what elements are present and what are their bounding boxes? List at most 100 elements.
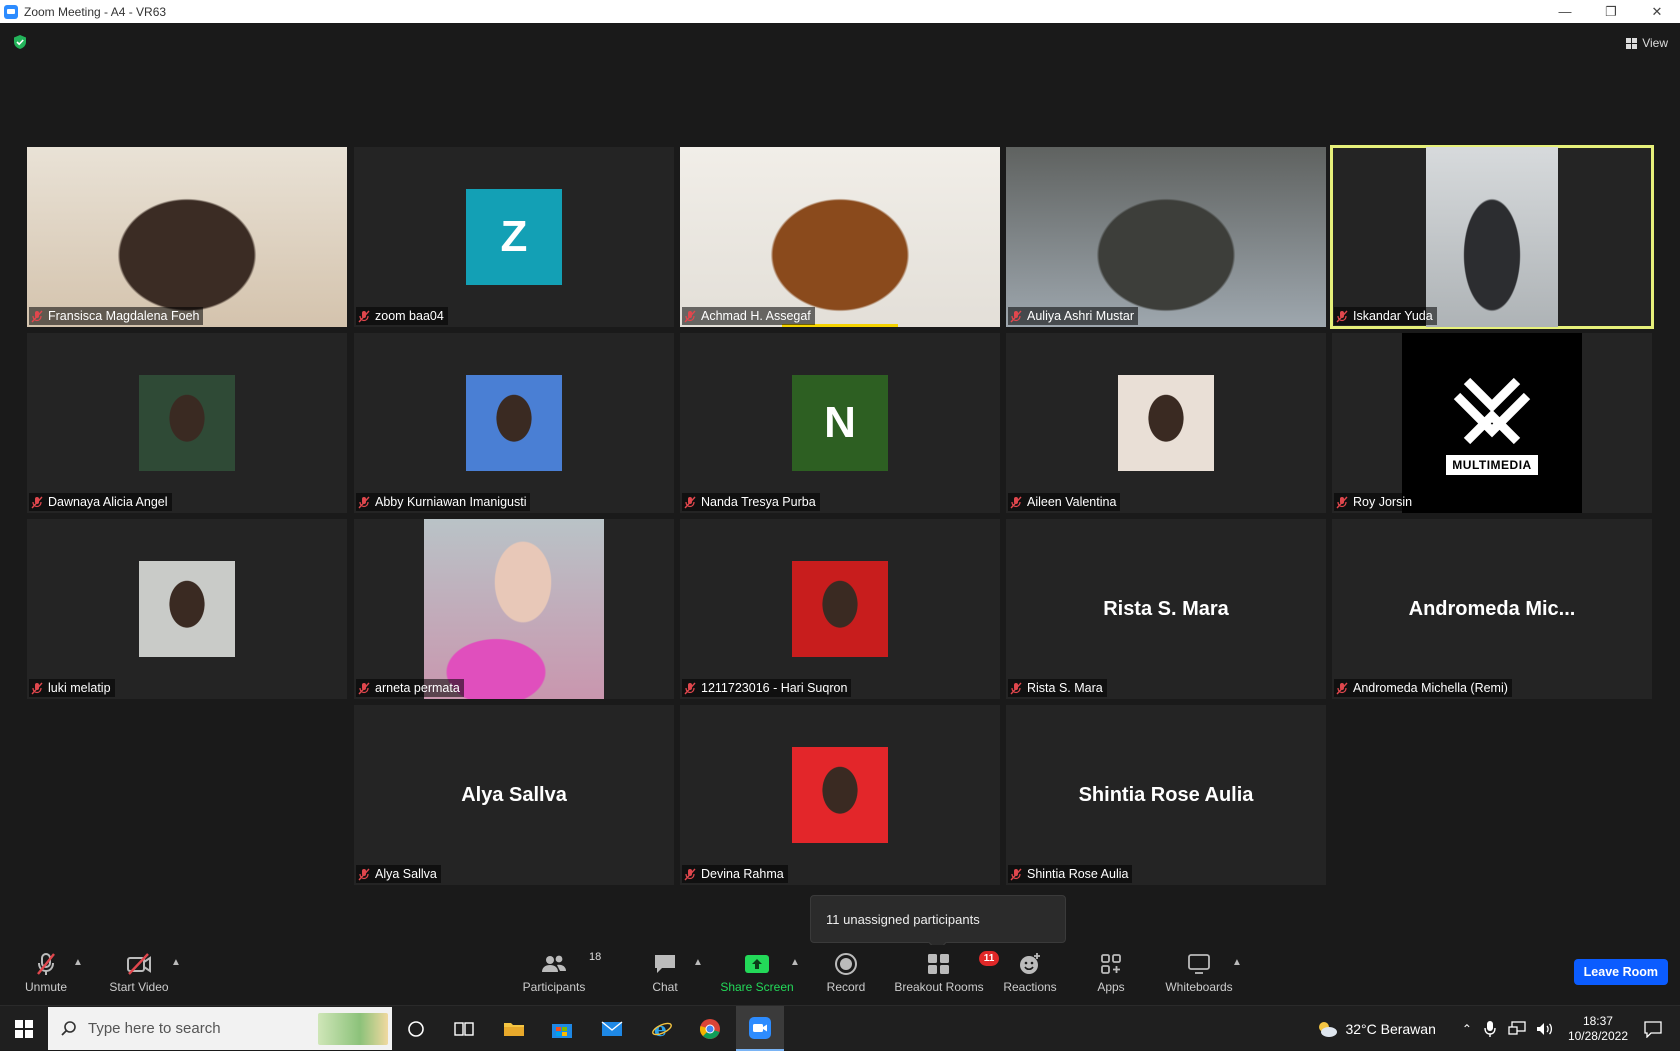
share-screen-label: Share Screen xyxy=(720,980,794,994)
window-titlebar: Zoom Meeting - A4 - VR63 — ❐ ✕ xyxy=(0,0,1680,23)
participant-name: arneta permata xyxy=(375,681,460,695)
participant-tile[interactable]: 1211723016 - Hari Suqron xyxy=(680,519,1000,699)
zoom-taskbar-button[interactable] xyxy=(736,1006,784,1051)
muted-mic-icon xyxy=(1336,310,1348,322)
chat-options-caret-icon[interactable]: ▲ xyxy=(693,957,703,968)
participant-tile[interactable]: N Nanda Tresya Purba xyxy=(680,333,1000,513)
microphone-tray-icon[interactable] xyxy=(1484,1020,1496,1038)
whiteboards-options-caret-icon[interactable]: ▲ xyxy=(1232,957,1242,968)
participant-tile[interactable]: MULTIMEDIA Roy Jorsin xyxy=(1332,333,1652,513)
grid-view-icon xyxy=(1626,37,1638,49)
video-options-caret-icon[interactable]: ▲ xyxy=(171,957,181,968)
participant-name-label: zoom baa04 xyxy=(356,307,448,325)
participant-tile[interactable]: Iskandar Yuda xyxy=(1330,145,1654,329)
participant-tile[interactable]: Achmad H. Assegaf xyxy=(680,147,1000,327)
restore-button[interactable]: ❐ xyxy=(1588,0,1634,23)
muted-mic-icon xyxy=(31,310,43,322)
mail-button[interactable] xyxy=(588,1006,636,1051)
mail-envelope-icon xyxy=(601,1020,623,1036)
volume-icon[interactable] xyxy=(1536,1021,1554,1037)
audio-options-caret-icon[interactable]: ▲ xyxy=(73,957,83,968)
task-view-icon xyxy=(454,1021,474,1036)
breakout-rooms-button[interactable]: 11 Breakout Rooms xyxy=(894,951,999,1001)
muted-microphone-icon xyxy=(37,953,55,975)
zoom-camera-icon xyxy=(749,1016,771,1039)
participant-tile[interactable]: Alya Sallva Alya Sallva xyxy=(354,705,674,885)
network-icon[interactable] xyxy=(1508,1020,1526,1037)
participant-profile-photo xyxy=(424,519,604,699)
participant-tile[interactable]: Fransisca Magdalena Foeh xyxy=(27,147,347,327)
task-view-button[interactable] xyxy=(440,1006,488,1051)
participant-tile[interactable]: Auliya Ashri Mustar xyxy=(1006,147,1326,327)
close-button[interactable]: ✕ xyxy=(1634,0,1680,23)
cortana-button[interactable] xyxy=(392,1006,440,1051)
participant-tile[interactable]: Zzoom baa04 xyxy=(354,147,674,327)
participants-button[interactable]: 18 Participants xyxy=(522,951,602,1001)
folder-icon xyxy=(504,1022,524,1036)
participant-display-name: Rista S. Mara xyxy=(1103,597,1229,620)
reactions-label: Reactions xyxy=(1003,980,1057,994)
participant-name: luki melatip xyxy=(48,681,111,695)
participant-tile[interactable]: Rista S. Mara Rista S. Mara xyxy=(1006,519,1326,699)
record-button[interactable]: Record xyxy=(826,951,866,1001)
taskbar-search-box[interactable]: Type here to search xyxy=(48,1007,392,1050)
muted-mic-icon xyxy=(684,310,696,322)
apps-icon xyxy=(1101,954,1121,974)
start-video-label: Start Video xyxy=(109,980,169,994)
reactions-button[interactable]: Reactions xyxy=(1003,951,1057,1001)
start-button[interactable] xyxy=(0,1006,48,1051)
chat-button[interactable]: Chat xyxy=(650,951,680,1001)
show-hidden-icons-chevron-icon[interactable]: ⌃ xyxy=(1462,1022,1472,1036)
participant-tile[interactable]: Dawnaya Alicia Angel xyxy=(27,333,347,513)
participant-name: Devina Rahma xyxy=(701,867,784,881)
minimize-button[interactable]: — xyxy=(1542,0,1588,23)
muted-mic-icon xyxy=(31,496,43,508)
weather-text[interactable]: 32°C Berawan xyxy=(1345,1021,1435,1037)
participant-tile[interactable]: Abby Kurniawan Imanigusti xyxy=(354,333,674,513)
participant-name-label: Andromeda Michella (Remi) xyxy=(1334,679,1512,697)
participant-profile-photo xyxy=(139,375,235,471)
search-placeholder: Type here to search xyxy=(88,1020,221,1037)
share-options-caret-icon[interactable]: ▲ xyxy=(790,957,800,968)
leave-room-button[interactable]: Leave Room xyxy=(1573,959,1668,985)
share-screen-button[interactable]: Share Screen xyxy=(720,951,794,1001)
participant-tile[interactable]: Devina Rahma xyxy=(680,705,1000,885)
participant-name-label: Alya Sallva xyxy=(356,865,441,883)
apps-button[interactable]: Apps xyxy=(1097,951,1125,1001)
participant-name: Rista S. Mara xyxy=(1027,681,1103,695)
meeting-stage: View Fransisca Magdalena Foeh Zzoom baa04… xyxy=(0,23,1680,945)
start-video-button[interactable]: Start Video xyxy=(108,951,170,1001)
participant-name-label: arneta permata xyxy=(356,679,464,697)
view-label: View xyxy=(1642,36,1668,50)
participant-name: Andromeda Michella (Remi) xyxy=(1353,681,1508,695)
search-highlight-illustration-icon xyxy=(318,1013,388,1045)
chrome-button[interactable] xyxy=(686,1006,734,1051)
file-explorer-button[interactable] xyxy=(490,1006,538,1051)
muted-mic-icon xyxy=(358,868,370,880)
participant-name: Abby Kurniawan Imanigusti xyxy=(375,495,527,509)
internet-explorer-button[interactable]: e xyxy=(638,1006,686,1051)
notification-center-icon[interactable] xyxy=(1644,1020,1662,1038)
participant-tile[interactable]: luki melatip xyxy=(27,519,347,699)
view-button[interactable]: View xyxy=(1626,33,1668,53)
participant-tile[interactable]: Shintia Rose Aulia Shintia Rose Aulia xyxy=(1006,705,1326,885)
encryption-shield-icon[interactable] xyxy=(12,34,28,50)
unmute-button[interactable]: Unmute xyxy=(24,951,68,1001)
participant-name-label: Fransisca Magdalena Foeh xyxy=(29,307,204,325)
participant-name-label: Auliya Ashri Mustar xyxy=(1008,307,1138,325)
tooltip-text: 11 unassigned participants xyxy=(826,911,980,927)
participant-tile[interactable]: Andromeda Mic... Andromeda Michella (Remi… xyxy=(1332,519,1652,699)
svg-text:e: e xyxy=(654,1018,667,1040)
participant-tile[interactable]: Aileen Valentina xyxy=(1006,333,1326,513)
participant-video xyxy=(1426,147,1558,327)
clock[interactable]: 18:37 10/28/2022 xyxy=(1568,1014,1628,1044)
participant-tile[interactable]: arneta permata xyxy=(354,519,674,699)
participant-name: zoom baa04 xyxy=(375,309,444,323)
chrome-icon xyxy=(700,1018,720,1039)
muted-mic-icon xyxy=(684,496,696,508)
participant-name: Nanda Tresya Purba xyxy=(701,495,816,509)
whiteboards-button[interactable]: Whiteboards xyxy=(1164,951,1234,1001)
whiteboards-label: Whiteboards xyxy=(1165,980,1233,994)
search-icon xyxy=(61,1020,76,1036)
microsoft-store-button[interactable] xyxy=(538,1006,586,1051)
